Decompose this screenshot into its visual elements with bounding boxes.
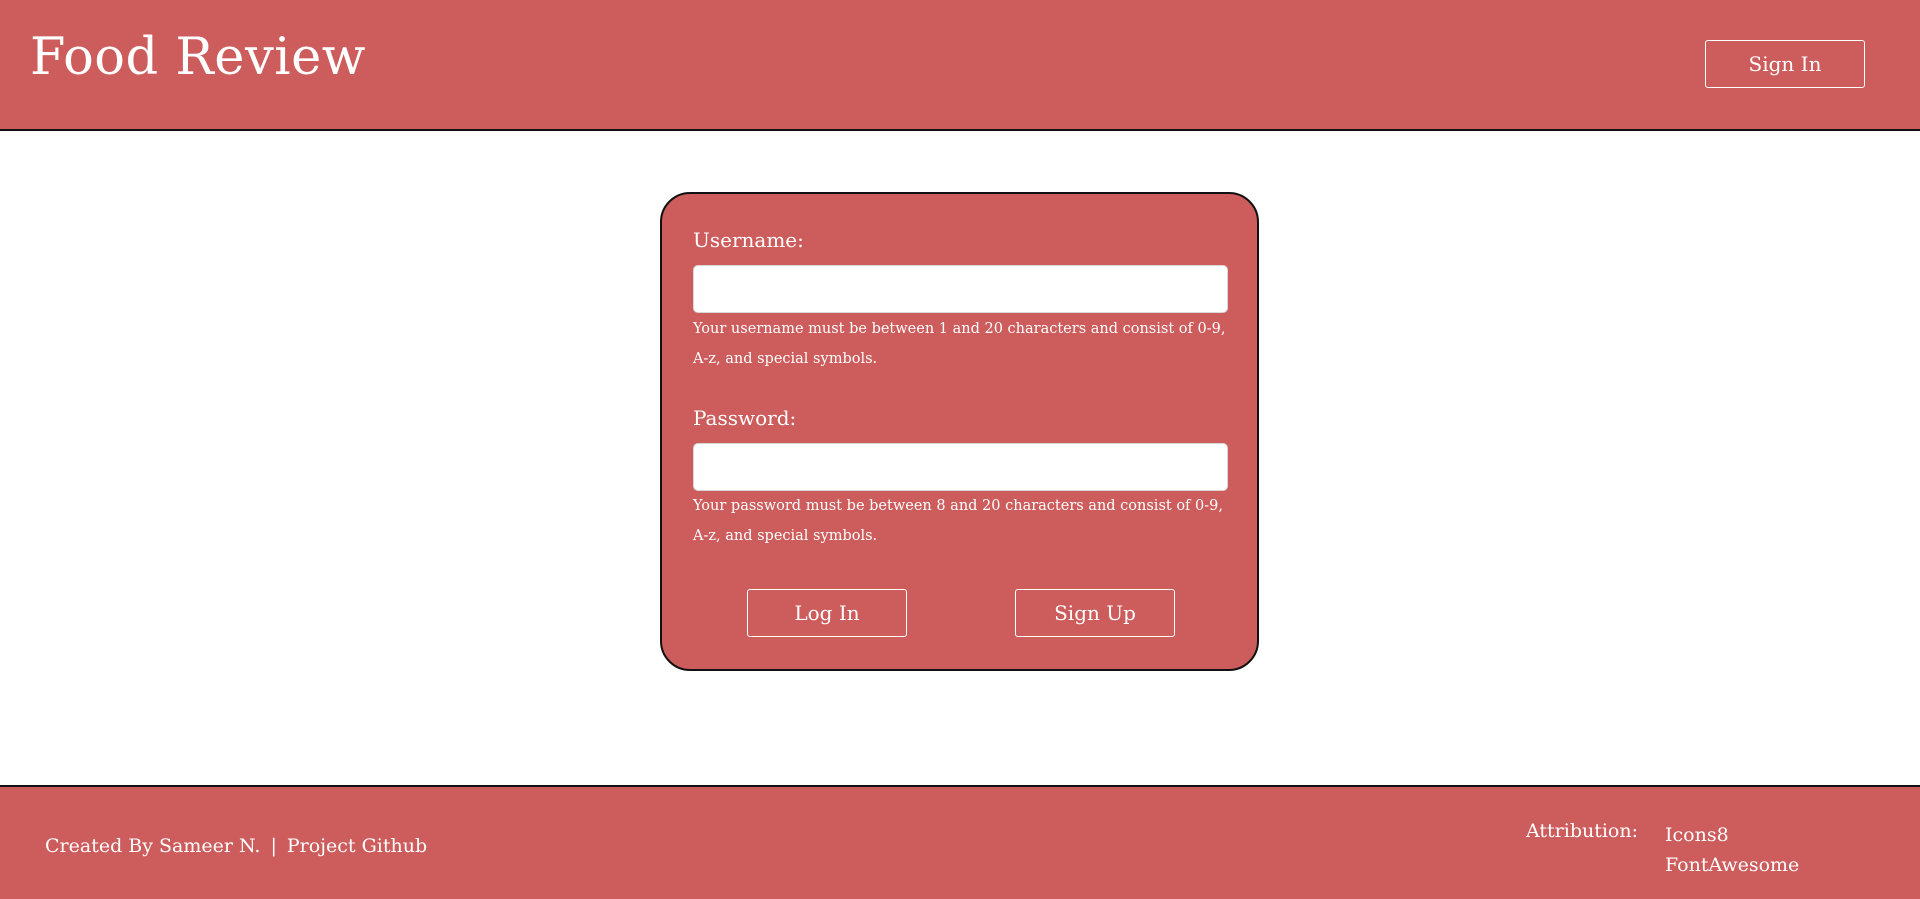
attribution-label: Attribution: — [1526, 820, 1639, 842]
project-github-link[interactable]: Project Github — [287, 835, 427, 857]
login-form: Username: Your username must be between … — [660, 192, 1259, 671]
attribution-list: Icons8 FontAwesome — [1665, 820, 1799, 880]
log-in-button[interactable]: Log In — [747, 589, 907, 637]
attribution-fontawesome-link[interactable]: FontAwesome — [1665, 850, 1799, 880]
site-footer: Created By Sameer N. | Project Github Attr… — [0, 785, 1920, 899]
footer-separator: | — [270, 835, 277, 857]
attribution-icons8-link[interactable]: Icons8 — [1665, 820, 1799, 850]
created-by-text: Created By Sameer N. — [45, 835, 261, 857]
footer-credits: Created By Sameer N. | Project Github — [45, 835, 427, 857]
header-sign-in-button[interactable]: Sign In — [1705, 40, 1865, 88]
username-hint: Your username must be between 1 and 20 c… — [693, 321, 1226, 367]
site-header: Food Review Sign In — [0, 0, 1920, 131]
site-title[interactable]: Food Review — [30, 28, 366, 88]
password-label: Password: — [693, 406, 797, 430]
username-input[interactable] — [693, 265, 1228, 313]
username-label: Username: — [693, 228, 804, 252]
sign-up-button[interactable]: Sign Up — [1015, 589, 1175, 637]
password-input[interactable] — [693, 443, 1228, 491]
password-hint: Your password must be between 8 and 20 c… — [693, 498, 1223, 544]
